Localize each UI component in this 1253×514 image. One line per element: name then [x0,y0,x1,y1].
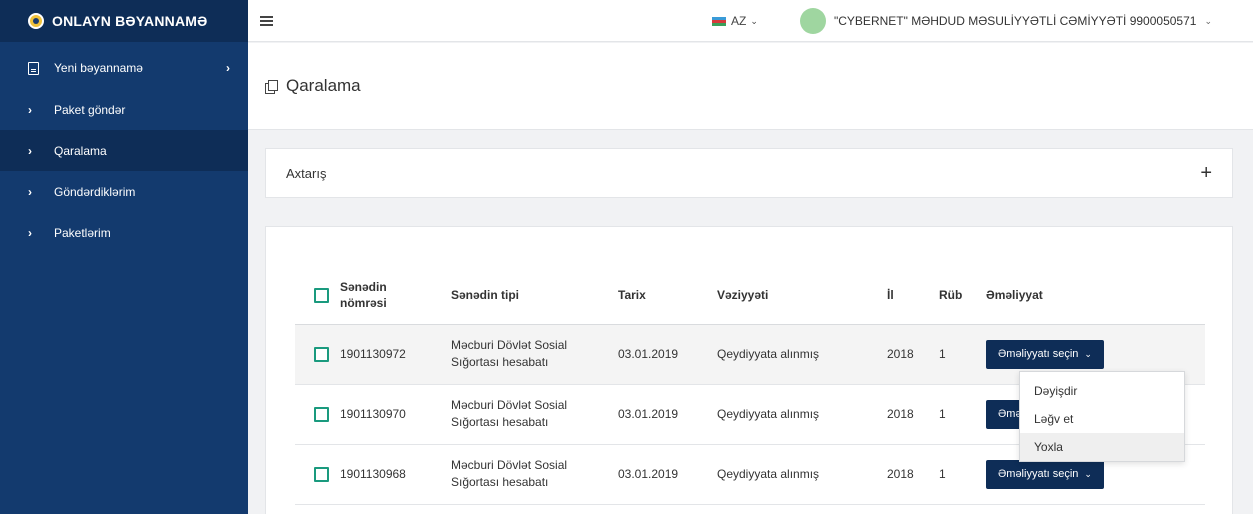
page-title: Qaralama [286,76,361,95]
action-dropdown-menu: Dəyişdir Ləğv et Yoxla [1019,371,1185,462]
brand-title: ONLAYN BƏYANNAMƏ [52,13,208,29]
chevron-down-icon: ⌄ [1084,348,1092,359]
hamburger-icon[interactable] [260,15,274,26]
sidebar-nav: Yeni bəyannamə › › Paket göndər › Qarala… [0,47,248,253]
doc-date: 03.01.2019 [618,324,717,385]
flag-icon [712,16,726,26]
menu-item-edit[interactable]: Dəyişdir [1020,377,1184,405]
sidebar-item-label: Göndərdiklərim [54,184,136,199]
header-number[interactable]: Sənədin nömrəsi [340,267,451,325]
header-type[interactable]: Sənədin tipi [451,267,618,325]
action-select-button[interactable]: Əməliyyatı seçin⌄ [986,339,1104,369]
doc-type-cell: Məcburi Dövlət Sosial Sığortası hesabatı [451,324,618,385]
copy-icon [265,79,278,94]
sidebar-item-label: Paketlərim [54,225,111,240]
avatar [800,8,826,34]
header-year[interactable]: İl [887,267,939,325]
doc-status: Qeydiyyata alınmış [717,324,887,385]
doc-quarter: 1 [939,384,986,445]
sidebar-item-paket-gonder[interactable]: › Paket göndər [0,89,248,130]
chevron-right-icon: › [28,225,32,240]
doc-year: 2018 [887,444,939,505]
doc-year: 2018 [887,384,939,445]
chevron-right-icon: › [28,143,32,158]
doc-type: Məcburi Dövlət Sosial Sığortası hesabatı [451,458,568,489]
doc-number: 1901130968 [340,444,451,505]
row-select-cell [295,384,340,445]
doc-number: 1901130970 [340,384,451,445]
sidebar-item-label: Paket göndər [54,102,126,117]
doc-type: Məcburi Dövlət Sosial Sığortası hesabatı [451,338,568,369]
search-panel[interactable]: Axtarış + [265,148,1233,198]
sidebar-item-label: Yeni bəyannamə [54,61,143,75]
sidebar-item-label: Qaralama [54,143,107,158]
row-checkbox[interactable] [314,466,329,482]
table-header-row: Sənədin nömrəsi Sənədin tipi Tarix Vəziy… [295,267,1205,325]
chevron-down-icon: ⌄ [1204,15,1212,26]
doc-year: 2018 [887,324,939,385]
doc-type-cell: Məcburi Dövlət Sosial Sığortası hesabatı [451,444,618,505]
doc-status: Qeydiyyata alınmış [717,444,887,505]
row-select-cell [295,324,340,385]
chevron-down-icon: ⌄ [750,15,758,26]
documents-card: Sənədin nömrəsi Sənədin tipi Tarix Vəziy… [265,226,1233,514]
language-selector[interactable]: AZ ⌄ [712,14,758,28]
topbar: AZ ⌄ "CYBERNET" MƏHDUD MƏSULİYYƏTLİ CƏMİ… [248,0,1253,42]
select-all-checkbox[interactable] [314,287,329,303]
brand[interactable]: ONLAYN BƏYANNAMƏ [0,0,248,42]
sidebar-item-paketlerim[interactable]: › Paketlərim [0,212,248,253]
chevron-right-icon: › [28,184,32,199]
doc-quarter: 1 [939,324,986,385]
action-select-button[interactable]: Əməliyyatı seçin⌄ [986,459,1104,489]
shield-logo-icon [28,13,44,29]
sidebar-item-gonderdiklerim[interactable]: › Göndərdiklərim [0,171,248,212]
menu-item-cancel[interactable]: Ləğv et [1020,405,1184,433]
document-icon [28,61,39,75]
user-name: "CYBERNET" MƏHDUD MƏSULİYYƏTLİ CƏMİYYƏTİ… [834,14,1197,28]
chevron-right-icon: › [28,102,32,117]
doc-date: 03.01.2019 [618,444,717,505]
header-quarter[interactable]: Rüb [939,267,986,325]
row-select-cell [295,444,340,505]
doc-type-cell: Məcburi Dövlət Sosial Sığortası hesabatı [451,384,618,445]
header-date[interactable]: Tarix [618,267,717,325]
search-panel-title: Axtarış [286,165,327,181]
doc-quarter: 1 [939,444,986,505]
doc-status: Qeydiyyata alınmış [717,384,887,445]
chevron-down-icon: ⌄ [1084,468,1092,479]
row-checkbox[interactable] [314,346,329,362]
plus-icon[interactable]: + [1200,163,1212,183]
doc-date: 03.01.2019 [618,384,717,445]
header-action: Əməliyyat [986,267,1205,325]
doc-number: 1901130972 [340,324,451,385]
header-status[interactable]: Vəziyyəti [717,267,887,325]
page-header: Qaralama [248,43,1253,130]
menu-item-check[interactable]: Yoxla [1020,433,1184,461]
chevron-right-icon: › [226,61,230,75]
select-all-cell [295,267,340,325]
row-checkbox[interactable] [314,406,329,422]
sidebar-item-yeni-beyanname[interactable]: Yeni bəyannamə › [0,47,248,89]
sidebar: ONLAYN BƏYANNAMƏ Yeni bəyannamə › › Pake… [0,0,248,514]
sidebar-item-qaralama[interactable]: › Qaralama [0,130,248,171]
language-label: AZ [731,14,747,28]
doc-type: Məcburi Dövlət Sosial Sığortası hesabatı [451,398,568,429]
user-menu[interactable]: "CYBERNET" MƏHDUD MƏSULİYYƏTLİ CƏMİYYƏTİ… [800,8,1212,34]
